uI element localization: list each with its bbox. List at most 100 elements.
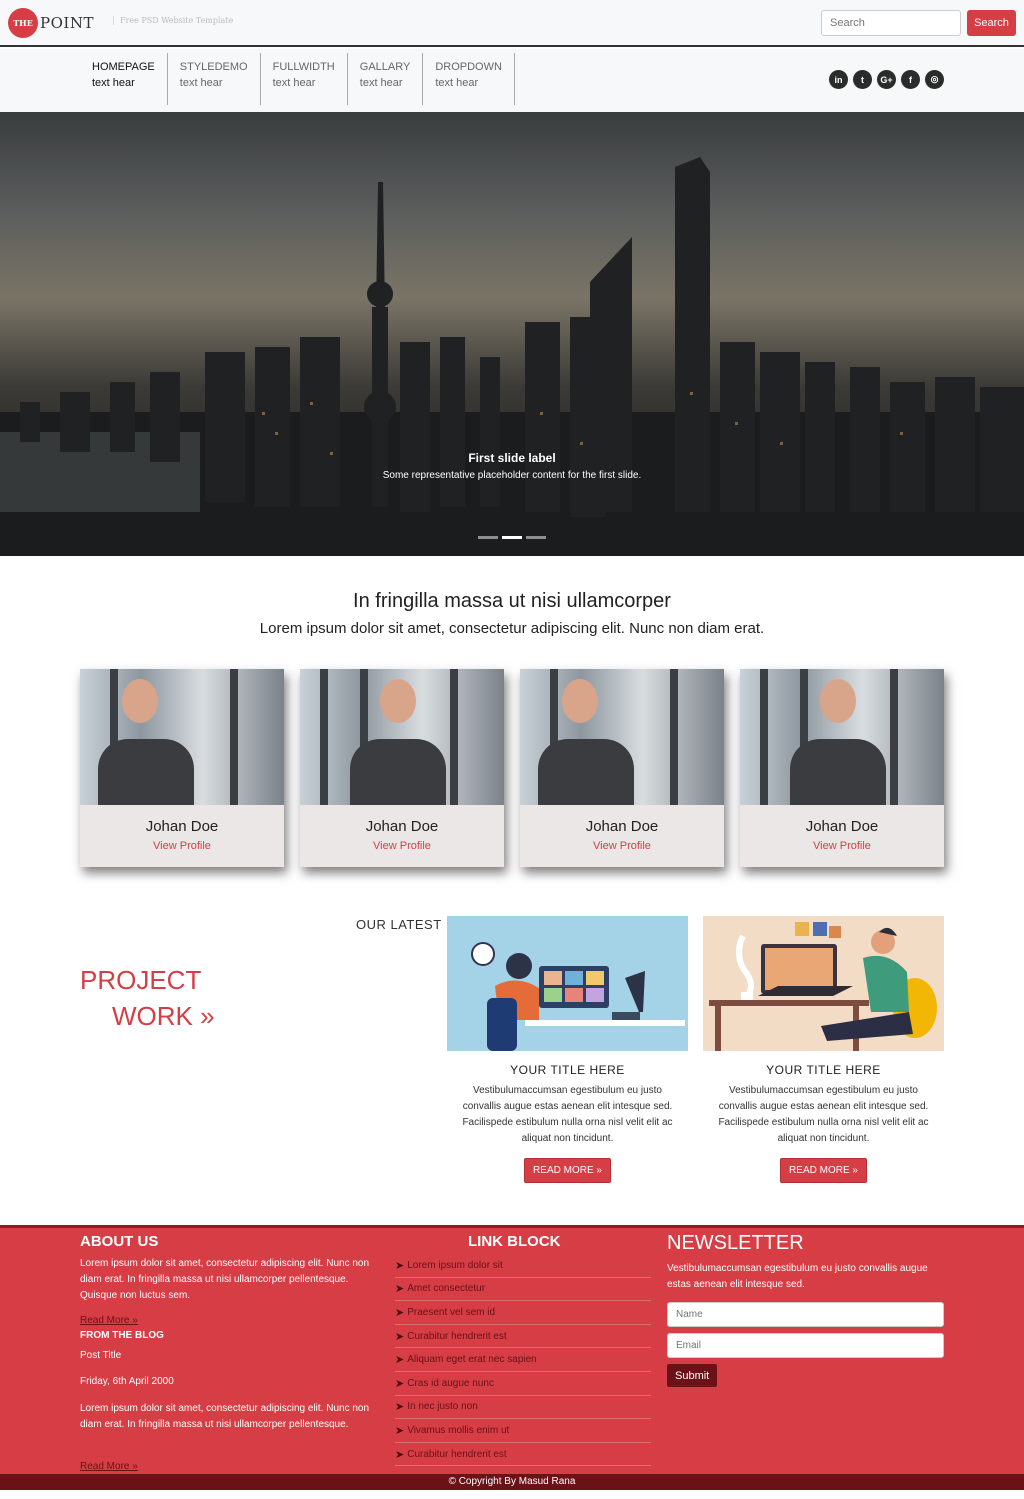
view-profile-link[interactable]: View Profile (80, 840, 284, 852)
top-bar: THE POINT Free PSD Website Template Sear… (0, 0, 1024, 47)
carousel-indicators (478, 536, 546, 539)
link-label: Lorem ipsum dolor sit (407, 1259, 503, 1271)
carousel-indicator[interactable] (526, 536, 546, 539)
view-profile-link[interactable]: View Profile (300, 840, 504, 852)
nav-sublabel: text hear (272, 77, 316, 89)
list-item[interactable]: ➤ Praesent vel sem id (395, 1301, 651, 1325)
section-subtitle: Lorem ipsum dolor sit amet, consectetur … (259, 620, 765, 637)
project-text: Vestibulumaccumsan egestibulum eu justo … (462, 1085, 673, 1144)
nav-label: GALLARY (359, 61, 411, 73)
blog-heading: FROM THE BLOG (80, 1330, 164, 1341)
nav-item-fullwidth[interactable]: FULLWIDTH text hear (261, 53, 348, 105)
team-member-name: Johan Doe (145, 818, 219, 835)
list-item[interactable]: ➤ Aliquam eget erat nec sapien (395, 1348, 651, 1372)
link-label: Vivamus mollis enim ut (407, 1424, 510, 1436)
copyright-bar: © Copyright By Masud Rana (0, 1474, 1024, 1490)
newsletter-heading: NEWSLETTER (667, 1232, 804, 1254)
arrow-icon: ➤ (395, 1424, 405, 1437)
list-item[interactable]: ➤ In nec justo non (395, 1396, 651, 1420)
link-label: Curabitur hendrerit est (407, 1330, 507, 1342)
instagram-icon[interactable]: ◎ (925, 70, 944, 89)
newsletter-text: Vestibulumaccumsan egestibulum eu justo … (667, 1263, 928, 1290)
link-label: In nec justo non (407, 1401, 478, 1413)
newsletter-name-field[interactable] (667, 1302, 944, 1327)
caption-title: First slide label (468, 451, 556, 465)
nav-label: FULLWIDTH (272, 61, 335, 73)
post-text: Lorem ipsum dolor sit amet, consectetur … (80, 1403, 370, 1430)
list-item[interactable]: ➤ Vivamus mollis enim ut (395, 1419, 651, 1443)
logo-badge: THE (8, 8, 38, 38)
nav-sublabel: text hear (435, 77, 479, 89)
section-title: In fringilla massa ut nisi ullamcorper (353, 590, 671, 612)
arrow-icon: ➤ (395, 1283, 405, 1296)
list-item[interactable]: ➤ Curabitur hendrerit est (395, 1443, 651, 1467)
nav-label: HOMEPAGE (92, 61, 155, 73)
search-button[interactable]: Search (967, 10, 1016, 36)
arrow-icon: ➤ (395, 1306, 405, 1319)
link-label: Praesent vel sem id (407, 1306, 496, 1318)
team-member-name: Johan Doe (365, 818, 439, 835)
search-input[interactable] (821, 10, 961, 36)
link-label: Amet consectetur (407, 1283, 486, 1295)
team-member-photo (740, 669, 944, 805)
team-member-name: Johan Doe (805, 818, 879, 835)
arrow-icon: ➤ (395, 1354, 405, 1367)
project-title: YOUR TITLE HERE (510, 1063, 625, 1077)
link-block-heading: LINK BLOCK (468, 1233, 561, 1250)
carousel-indicator[interactable] (478, 536, 498, 539)
linkedin-icon[interactable]: in (829, 70, 848, 89)
view-profile-link[interactable]: View Profile (740, 840, 944, 852)
twitter-icon[interactable]: t (853, 70, 872, 89)
project-illustration (447, 916, 688, 1051)
nav-label: STYLEDEMO (179, 61, 248, 73)
arrow-icon: ➤ (395, 1259, 405, 1272)
projects-heading-line2[interactable]: WORK » (112, 1001, 215, 1032)
arrow-icon: ➤ (395, 1401, 405, 1414)
projects-kicker: OUR LATEST (356, 917, 442, 932)
read-more-button[interactable]: READ MORE » (780, 1158, 867, 1183)
nav-sublabel: text hear (179, 77, 223, 89)
nav-item-dropdown[interactable]: DROPDOWN text hear (423, 53, 515, 105)
about-read-more-link[interactable]: Read More » (80, 1315, 138, 1326)
view-profile-link[interactable]: View Profile (520, 840, 724, 852)
list-item[interactable]: ➤ Cras id augue nunc (395, 1372, 651, 1396)
arrow-icon: ➤ (395, 1330, 405, 1343)
facebook-icon[interactable]: f (901, 70, 920, 89)
nav-item-styledemo[interactable]: STYLEDEMO text hear (168, 53, 261, 105)
team-member-name: Johan Doe (585, 818, 659, 835)
social-links: in t G+ f ◎ (829, 70, 944, 89)
post-date: Friday, 6th April 2000 (80, 1376, 174, 1387)
carousel-indicator-active[interactable] (502, 536, 522, 539)
site-logo[interactable]: THE POINT (8, 8, 94, 38)
link-block-list: ➤ Lorem ipsum dolor sit ➤ Amet consectetur… (395, 1254, 651, 1467)
link-label: Aliquam eget erat nec sapien (407, 1354, 537, 1366)
arrow-icon: ➤ (395, 1377, 405, 1390)
nav-item-homepage[interactable]: HOMEPAGE text hear (80, 53, 168, 105)
link-label: Curabitur hendrerit est (407, 1448, 507, 1460)
post-title[interactable]: Post Title (80, 1348, 121, 1364)
arrow-icon: ➤ (395, 1448, 405, 1461)
hero-carousel[interactable]: First slide label Some representative pl… (0, 112, 1024, 556)
projects-heading-line1[interactable]: PROJECT (80, 965, 201, 996)
team-card: Johan Doe View Profile (740, 669, 944, 867)
about-heading: ABOUT US (80, 1233, 159, 1250)
post-read-more-link[interactable]: Read More » (80, 1461, 138, 1472)
newsletter-email-field[interactable] (667, 1333, 944, 1358)
team-section: Johan Doe View Profile Johan Doe View Pr… (80, 669, 944, 867)
project-card: YOUR TITLE HERE Vestibulumaccumsan egest… (703, 916, 944, 1183)
nav-sublabel: text hear (359, 77, 403, 89)
read-more-button[interactable]: READ MORE » (524, 1158, 611, 1183)
team-card: Johan Doe View Profile (80, 669, 284, 867)
caption-text: Some representative placeholder content … (382, 470, 642, 481)
team-member-photo (300, 669, 504, 805)
newsletter-submit-button[interactable]: Submit (667, 1364, 718, 1387)
nav-item-gallary[interactable]: GALLARY text hear (348, 53, 424, 105)
list-item[interactable]: ➤ Curabitur hendrerit est (395, 1325, 651, 1349)
google-plus-icon[interactable]: G+ (877, 70, 896, 89)
site-tagline: Free PSD Website Template (113, 16, 233, 25)
link-label: Cras id augue nunc (407, 1377, 494, 1389)
list-item[interactable]: ➤ Lorem ipsum dolor sit (395, 1254, 651, 1278)
team-member-photo (80, 669, 284, 805)
site-footer: ABOUT US Lorem ipsum dolor sit amet, con… (0, 1225, 1024, 1474)
list-item[interactable]: ➤ Amet consectetur (395, 1278, 651, 1302)
